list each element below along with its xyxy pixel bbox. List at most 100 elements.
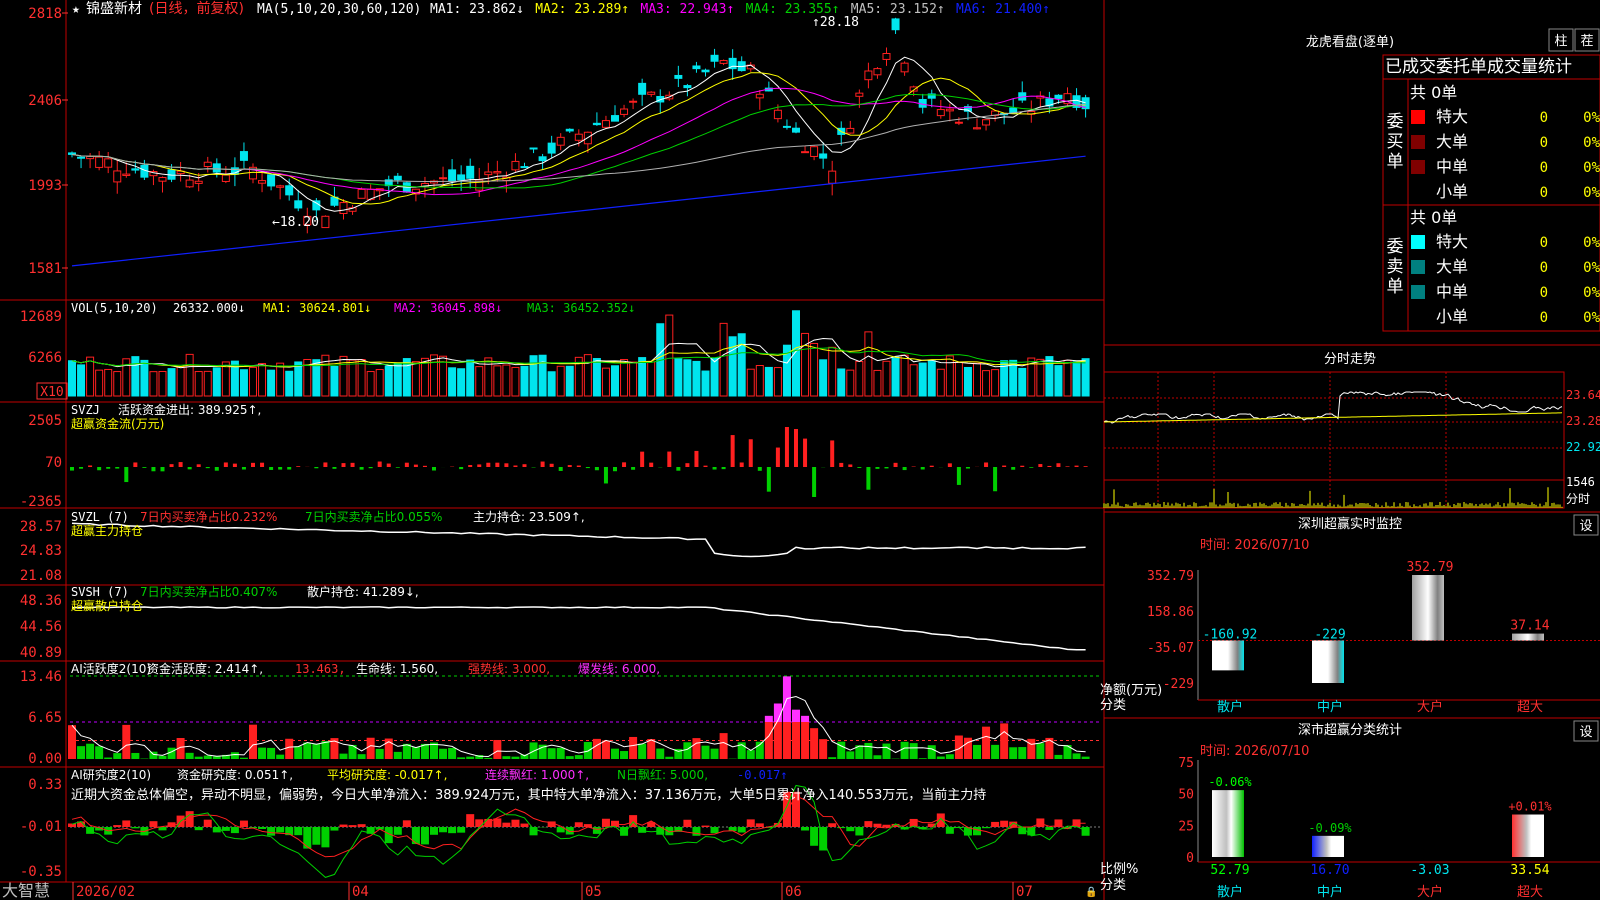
volume-bar (982, 370, 991, 397)
fund-flow-bar (676, 467, 681, 471)
fund-flow-bar (504, 463, 509, 467)
ai2-description: 近期大资金总体偏空，异动不明显，偏弱势，今日大单净流入：389.924万元，其中… (71, 787, 986, 803)
sh-value-label: -3.03 (1410, 863, 1449, 878)
ai1-text5: 爆发线: 6.000, (578, 661, 660, 676)
sz-category-label: 超大 (1517, 700, 1543, 715)
fund-flow-bar (287, 467, 292, 470)
sh-category-label: 大户 (1417, 884, 1443, 900)
volume-bar (330, 365, 339, 397)
research-bar (149, 821, 158, 827)
intraday-tick-label: 22.92 (1566, 440, 1600, 454)
retail-holding-line (71, 606, 1086, 651)
candle (936, 109, 945, 117)
ma-value-label: MA4: 23.355↑ (746, 2, 840, 17)
volume-bar (556, 365, 565, 397)
research-bar (692, 827, 701, 836)
volume-bar (665, 314, 674, 397)
fund-flow-bar (1074, 465, 1079, 467)
activity-bar (321, 741, 330, 759)
activity-bar (357, 754, 366, 759)
activity-bar (1072, 753, 1081, 759)
vol-title: VOL(5,10,20) (71, 301, 158, 315)
candle (1054, 94, 1063, 99)
activity-bar (194, 756, 203, 759)
candle (801, 151, 810, 154)
ai2-text2: 平均研究度: -0.017↑, (327, 767, 447, 782)
fund-flow-bar (965, 467, 970, 469)
intraday-panel[interactable]: 分时走势 23.64 23.28 22.92 1546 分时 (1103, 351, 1600, 509)
svzl-panel[interactable]: 28.57 24.83 21.08 SVZL (7) 7日内买卖净占比0.232% 7日内… (20, 509, 1086, 584)
ma-value-label: MA3: 22.943↑ (640, 2, 734, 17)
candle (900, 62, 909, 73)
research-bar (601, 818, 610, 827)
volume-panel[interactable]: 12689 6266 X10 VOL(5,10,20) 26332.000↓ MA1: 3… (20, 301, 1090, 400)
volume-bar (411, 361, 420, 397)
research-bar (330, 827, 339, 831)
sz-bar (1512, 633, 1544, 641)
research-bar (701, 825, 710, 827)
activity-burst-bar (764, 715, 773, 723)
intraday-tick-label: 23.64 (1566, 388, 1600, 402)
research-bar (502, 822, 511, 827)
ai-activity-panel[interactable]: 13.46 6.65 0.00 AI活跃度2(10)资金活跃度: 2.414↑, 13.… (20, 661, 1100, 767)
candle (891, 18, 900, 31)
volume-bar (1054, 365, 1063, 397)
svzl-tick-label: 28.57 (20, 519, 62, 535)
sz-bar (1412, 575, 1444, 641)
candle (954, 121, 963, 124)
activity-bar (511, 756, 520, 759)
fund-flow-bar (459, 467, 464, 470)
dragon-tiger-panel[interactable]: 龙虎看盘(逐单) 柱茬已成交委托单成交量统计委买单委卖单共 0单共 0单特大 0 0%… (1306, 28, 1600, 332)
activity-bar (1009, 747, 1018, 759)
volume-bar (384, 365, 393, 397)
fund-flow-bar (1020, 465, 1025, 467)
research-bar (131, 827, 140, 829)
fund-flow-bar (1002, 465, 1007, 467)
volume-bar (1081, 358, 1090, 397)
volume-bar (864, 331, 873, 397)
classification-stats-panel[interactable]: 深市超赢分类统计 设时间: 2026/07/10 75 50 25 0 -0.06% 52.7… (1100, 720, 1600, 900)
volume-bar (131, 356, 140, 397)
sh-change-label: +0.01% (1508, 800, 1552, 814)
activity-bar (982, 726, 991, 759)
ai-research-panel[interactable]: 0.33 -0.01 -0.35 AI研究度2(10) 资金研究度: 0.051↑, 平均… (20, 767, 1100, 880)
activity-bar (683, 742, 692, 759)
volume-bar (294, 361, 303, 397)
fund-flow-bar (178, 462, 183, 467)
activity-bar (457, 757, 466, 759)
shenzhen-monitor-panel[interactable]: 深圳超赢实时监控 设时间: 2026/07/10 352.79 158.86 -35.0… (1100, 514, 1600, 715)
research-bar (420, 827, 429, 845)
ai2-text3: 连续飘红: 1.000↑, (485, 767, 589, 782)
vol-ma3: MA3: 36452.352↓ (527, 301, 635, 315)
candle (601, 120, 610, 128)
candle (68, 152, 76, 155)
research-bar (846, 827, 855, 832)
chart-canvas: 2818 2406 1993 1581 ↑28.18 ←18.20 ★ 锦盛新材 (日线，前复权… (0, 0, 1600, 900)
sz-y-tick: 352.79 (1147, 569, 1194, 584)
activity-bar (927, 745, 936, 759)
svzj-panel[interactable]: 2505 70 -2365 SVZJ 活跃资金进出: 389.925↑,超赢资金流(万元… (20, 402, 1088, 510)
candle (882, 53, 891, 60)
research-bar (710, 827, 719, 834)
sz-y-tick: -35.07 (1147, 641, 1194, 656)
sell-row-pct: 0% (1583, 235, 1600, 251)
buy-row-name: 大单 (1436, 132, 1468, 151)
volume-bar (710, 357, 719, 397)
candle (511, 160, 520, 171)
buy-row-count: 0 (1540, 110, 1548, 126)
volume-bar (601, 367, 610, 397)
activity-bar (945, 754, 954, 759)
candle (864, 70, 873, 81)
research-bar (258, 827, 267, 829)
research-bar (158, 827, 167, 831)
svsh-panel[interactable]: 48.36 44.56 40.89 SVSH (7) 7日内买卖净占比0.407% 散户持… (20, 584, 1086, 661)
sell-total: 共 0单 (1410, 208, 1457, 227)
fund-flow-bar (97, 467, 102, 471)
fund-flow-bar (649, 462, 654, 467)
candle (158, 177, 167, 182)
candle (267, 174, 276, 187)
research-bar (511, 819, 520, 827)
volume-bar (692, 360, 701, 397)
volume-bar (592, 358, 601, 397)
price-panel[interactable]: 2818 2406 1993 1581 ↑28.18 ←18.20 ★ 锦盛新材 (日线，前复权… (28, 0, 1090, 277)
